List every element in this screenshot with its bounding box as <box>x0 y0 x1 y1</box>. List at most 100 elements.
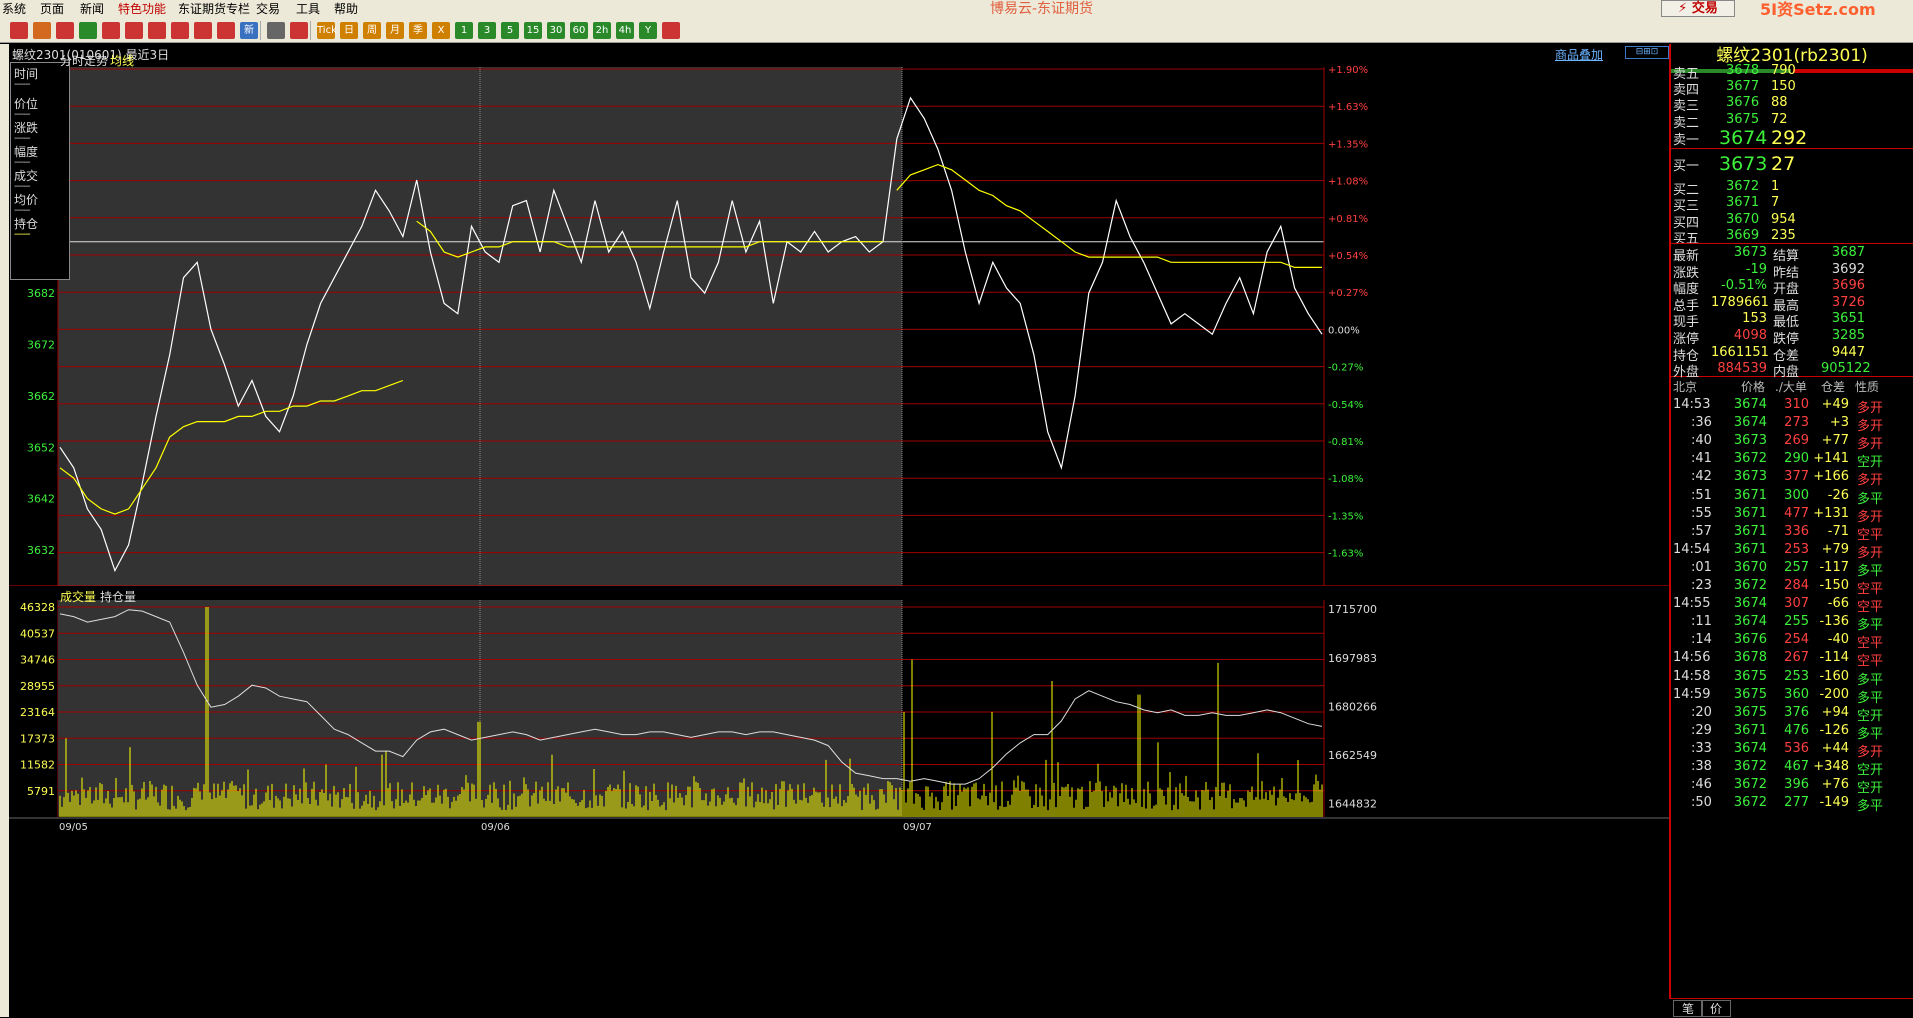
charts-canvas[interactable]: +1.90% +1.63% +1.35% +1.08% +0.81% +0.54% +0.2… <box>9 62 1669 1017</box>
3min-icon[interactable]: 3 <box>478 22 496 39</box>
stat-value: 1661151 <box>1711 344 1769 360</box>
zoom-in-icon[interactable] <box>102 22 120 39</box>
4h-icon[interactable]: 4h <box>616 22 634 39</box>
tick-row[interactable]: :41 3672 290 +141 空开 <box>1671 449 1913 470</box>
tick-volume: 273 <box>1784 415 1809 431</box>
1min-icon[interactable]: 1 <box>455 22 473 39</box>
tick-row[interactable]: 14:59 3675 360 -200 多平 <box>1671 685 1913 706</box>
tab-avg-line[interactable]: 均线 <box>110 52 134 69</box>
menu-trade[interactable]: 交易 <box>256 1 280 17</box>
tick-row[interactable]: 14:56 3678 267 -114 空平 <box>1671 648 1913 669</box>
menu-news[interactable]: 新闻 <box>80 1 104 17</box>
tick-row[interactable]: :50 3672 277 -149 多平 <box>1671 793 1913 814</box>
tick-row[interactable]: :01 3670 257 -117 多平 <box>1671 558 1913 579</box>
window-icon[interactable] <box>148 22 166 39</box>
tick-icon[interactable]: Tick <box>317 22 337 39</box>
tab-open-interest[interactable]: 持仓量 <box>100 588 136 605</box>
home-icon[interactable] <box>10 22 28 39</box>
chart-icon[interactable] <box>290 22 308 39</box>
menu-help[interactable]: 帮助 <box>334 1 358 17</box>
x-icon[interactable]: X <box>432 22 450 39</box>
menu-tools[interactable]: 工具 <box>296 1 320 17</box>
file-icon[interactable] <box>33 22 51 39</box>
cursor-info-box: 时间 ------ 价位 ------ 涨跌 ------ 幅度 ------ … <box>10 62 70 280</box>
tick-volume: 377 <box>1784 469 1809 485</box>
tick-time: :23 <box>1691 578 1712 593</box>
tick-volume: 476 <box>1784 722 1809 738</box>
tick-time: :50 <box>1691 795 1712 811</box>
tick-volume: 376 <box>1784 704 1809 720</box>
60min-icon[interactable]: 60 <box>570 22 588 39</box>
tick-price: 3674 <box>1733 415 1767 431</box>
tick-volume: 300 <box>1784 487 1809 503</box>
price-pct-tick: +1.63% <box>1328 102 1368 113</box>
month-icon[interactable]: 月 <box>386 22 404 39</box>
tick-row[interactable]: :11 3674 255 -136 多平 <box>1671 612 1913 633</box>
tick-volume: 255 <box>1784 614 1809 630</box>
tick-row[interactable]: :20 3675 376 +94 空开 <box>1671 703 1913 724</box>
tick-row[interactable]: :38 3672 467 +348 空开 <box>1671 757 1913 778</box>
tick-row[interactable]: :23 3672 284 -150 空平 <box>1671 576 1913 597</box>
stat-value: -0.51% <box>1721 278 1767 294</box>
tab-intraday[interactable]: 分时走势 <box>60 52 108 69</box>
15min-icon[interactable]: 15 <box>524 22 542 39</box>
week-icon[interactable]: 周 <box>363 22 381 39</box>
zoom-out-icon[interactable] <box>125 22 143 39</box>
tab-price[interactable]: 价 <box>1701 1000 1732 1017</box>
window-controls-icon[interactable]: ⊟⊞⊡ <box>1625 46 1669 59</box>
tick-row[interactable]: 14:53 3674 310 +49 多开 <box>1671 395 1913 416</box>
tick-price: 3675 <box>1733 668 1767 684</box>
tick-row[interactable]: :42 3673 377 +166 多开 <box>1671 467 1913 488</box>
day-icon[interactable]: 日 <box>340 22 358 39</box>
trade-button[interactable]: ⚡ 交易 <box>1661 0 1735 17</box>
tick-row[interactable]: :14 3676 254 -40 空平 <box>1671 630 1913 651</box>
commodity-overlay-link[interactable]: 商品叠加 <box>1555 46 1603 63</box>
draw-icon[interactable] <box>194 22 212 39</box>
price-pct-tick: -1.35% <box>1328 511 1363 522</box>
menu-page[interactable]: 页面 <box>40 1 64 17</box>
price-pct-tick: +0.27% <box>1328 288 1368 299</box>
tick-row[interactable]: :36 3674 273 +3 多开 <box>1671 413 1913 434</box>
tab-volume[interactable]: 成交量 <box>60 588 96 605</box>
price-tick-label: 3642 <box>27 493 55 506</box>
tick-price: 3672 <box>1733 451 1767 467</box>
menu-special-features[interactable]: 特色功能 <box>118 1 166 17</box>
calc-icon[interactable] <box>662 22 680 39</box>
tick-row[interactable]: 14:55 3674 307 -66 空平 <box>1671 594 1913 615</box>
ask-volume: 150 <box>1771 79 1796 94</box>
tick-row[interactable]: :55 3671 477 +131 多开 <box>1671 504 1913 525</box>
price-pct-tick: +0.81% <box>1328 214 1368 225</box>
tick-oi-change: -126 <box>1819 722 1849 738</box>
tick-row[interactable]: :29 3671 476 -126 多平 <box>1671 721 1913 742</box>
divider <box>1671 148 1913 149</box>
stat-value: 905122 <box>1821 361 1871 377</box>
tick-oi-change: -136 <box>1819 614 1849 630</box>
tick-row[interactable]: 14:54 3671 253 +79 多开 <box>1671 540 1913 561</box>
tab-ticks[interactable]: 笔 <box>1673 1000 1704 1017</box>
year-icon[interactable]: Y <box>639 22 657 39</box>
menu-broker-column[interactable]: 东证期货专栏 <box>178 1 250 17</box>
tick-row[interactable]: :57 3671 336 -71 空平 <box>1671 522 1913 543</box>
refresh-icon[interactable] <box>79 22 97 39</box>
menu-system[interactable]: 系统 <box>2 1 26 17</box>
5min-icon[interactable]: 5 <box>501 22 519 39</box>
new-icon[interactable]: 新 <box>240 22 258 39</box>
pen-icon[interactable] <box>171 22 189 39</box>
tick-row[interactable]: :46 3672 396 +76 空开 <box>1671 775 1913 796</box>
tick-row[interactable]: 14:58 3675 253 -160 多平 <box>1671 667 1913 688</box>
cabinet-icon[interactable] <box>56 22 74 39</box>
tick-row[interactable]: :33 3674 536 +44 多开 <box>1671 739 1913 760</box>
tick-row[interactable]: :51 3671 300 -26 多平 <box>1671 486 1913 507</box>
tick-row[interactable]: :40 3673 269 +77 多开 <box>1671 431 1913 452</box>
ask-volume: 790 <box>1771 63 1796 78</box>
tick-time: :57 <box>1691 523 1712 539</box>
2h-icon[interactable]: 2h <box>593 22 611 39</box>
season-icon[interactable]: 季 <box>409 22 427 39</box>
tick-time: :41 <box>1691 451 1712 467</box>
tick-price: 3674 <box>1733 596 1767 612</box>
brush-icon[interactable] <box>217 22 235 39</box>
price-tick-label: 3652 <box>27 441 55 454</box>
oi-tick-label: 1644832 <box>1328 798 1377 811</box>
30min-icon[interactable]: 30 <box>547 22 565 39</box>
table-icon[interactable] <box>267 22 285 39</box>
